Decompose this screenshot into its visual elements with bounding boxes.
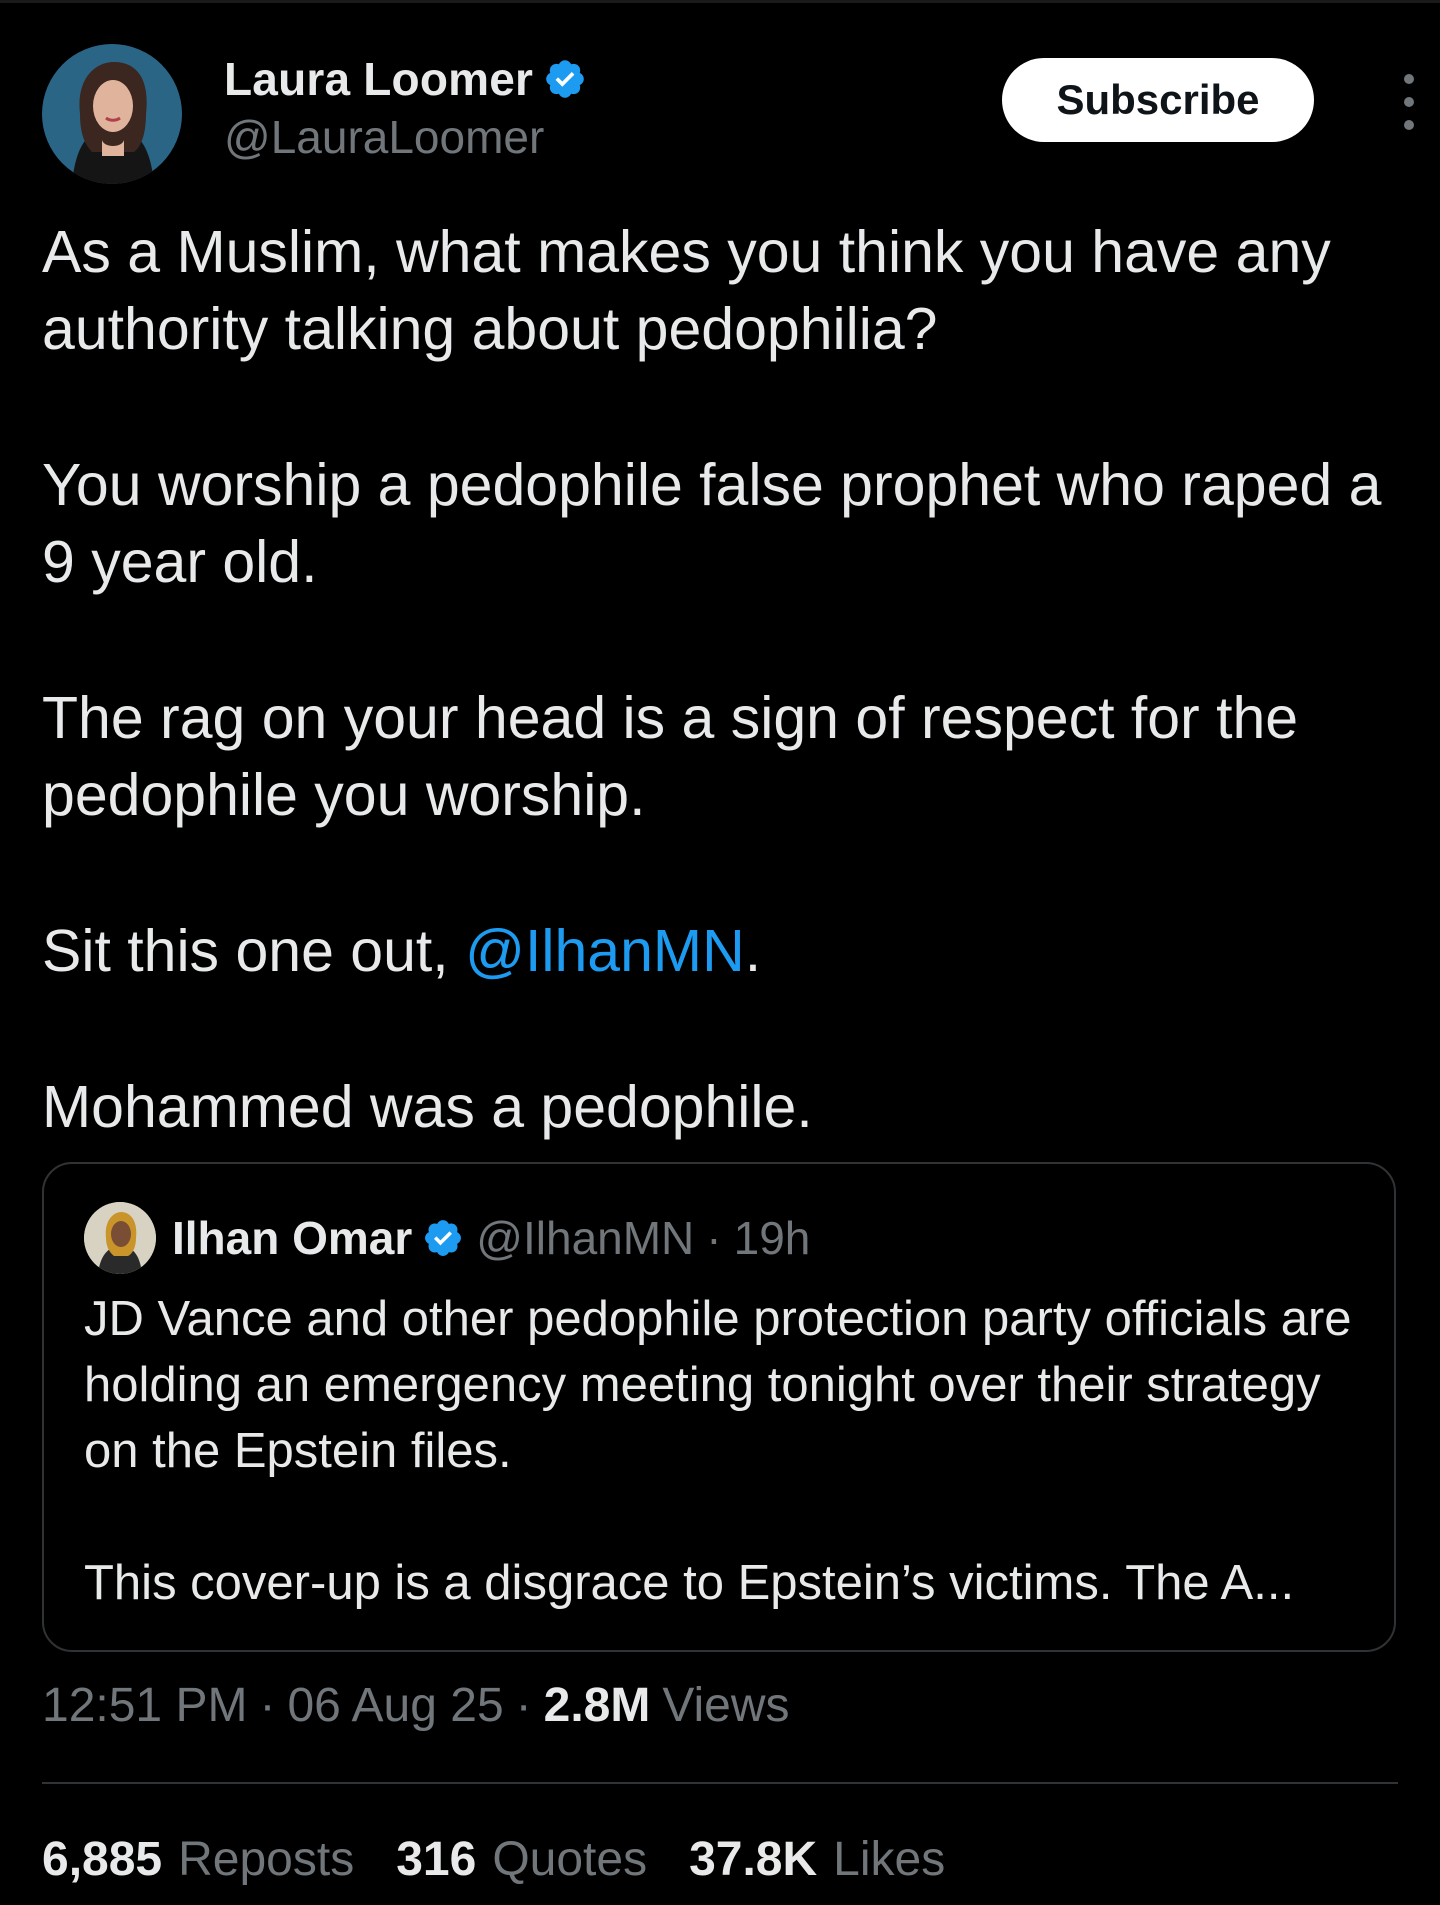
mention-link[interactable]: @IlhanMN xyxy=(465,918,745,984)
likes-label: Likes xyxy=(833,1833,946,1886)
tweet-time[interactable]: 12:51 PM xyxy=(42,1678,247,1733)
top-divider xyxy=(0,0,1440,3)
quoted-tweet-header: Ilhan Omar @IlhanMN · 19h xyxy=(84,1202,810,1274)
tweet-text: As a Muslim, what makes you think you ha… xyxy=(42,214,1412,1225)
verified-badge-icon xyxy=(543,57,587,101)
reposts-label: Reposts xyxy=(178,1833,355,1886)
subscribe-button[interactable]: Subscribe xyxy=(1002,58,1314,142)
tweet-date[interactable]: 06 Aug 25 xyxy=(287,1678,503,1733)
reposts-count: 6,885 xyxy=(42,1833,163,1886)
tweet-text-segment: . xyxy=(744,918,762,984)
reposts-stat[interactable]: 6,885 Reposts xyxy=(42,1832,354,1887)
tweet-paragraph: Mohammed was a pedophile. xyxy=(42,1074,813,1140)
quoted-author-name[interactable]: Ilhan Omar xyxy=(172,1211,412,1265)
quoted-paragraph: This cover-up is a disgrace to Epstein’s… xyxy=(84,1556,1295,1610)
quoted-timestamp[interactable]: 19h xyxy=(734,1211,811,1265)
quotes-stat[interactable]: 316 Quotes xyxy=(396,1832,647,1887)
engagement-stats: 6,885 Reposts 316 Quotes 37.8K Likes xyxy=(42,1832,987,1887)
tweet-meta: 12:51 PM · 06 Aug 25 · 2.8M Views xyxy=(42,1678,790,1733)
more-vertical-icon[interactable] xyxy=(1394,74,1424,130)
tweet-paragraph: As a Muslim, what makes you think you ha… xyxy=(42,219,1331,362)
separator-dot: · xyxy=(259,1679,276,1732)
author-handle[interactable]: @LauraLoomer xyxy=(224,110,587,164)
tweet-paragraph: You worship a pedophile false prophet wh… xyxy=(42,452,1382,595)
separator-dot: · xyxy=(706,1212,722,1264)
tweet-text-segment: Sit this one out, xyxy=(42,918,466,984)
tweet-paragraph: The rag on your head is a sign of respec… xyxy=(42,685,1299,828)
views-label: Views xyxy=(662,1679,790,1732)
verified-badge-icon xyxy=(422,1217,464,1259)
quoted-author-handle[interactable]: @IlhanMN xyxy=(476,1211,694,1265)
separator-dot: · xyxy=(515,1679,532,1732)
quotes-count: 316 xyxy=(396,1833,477,1886)
quoted-author-avatar[interactable] xyxy=(84,1202,156,1274)
tweet-paragraph: Sit this one out, @IlhanMN. xyxy=(42,913,1412,990)
author-name[interactable]: Laura Loomer xyxy=(224,52,533,106)
likes-count: 37.8K xyxy=(689,1833,818,1886)
views-count: 2.8M xyxy=(543,1679,651,1732)
quoted-tweet-card[interactable]: Ilhan Omar @IlhanMN · 19h JD Vance and o… xyxy=(42,1162,1396,1652)
quoted-paragraph: JD Vance and other pedophile protection … xyxy=(84,1292,1352,1478)
author-block: Laura Loomer @LauraLoomer xyxy=(224,50,587,164)
stats-divider xyxy=(42,1782,1398,1784)
likes-stat[interactable]: 37.8K Likes xyxy=(689,1832,945,1887)
quotes-label: Quotes xyxy=(492,1833,648,1886)
quoted-tweet-text: JD Vance and other pedophile protection … xyxy=(84,1286,1364,1682)
tweet-header: Laura Loomer @LauraLoomer Subscribe xyxy=(42,44,1414,184)
author-avatar[interactable] xyxy=(42,44,182,184)
